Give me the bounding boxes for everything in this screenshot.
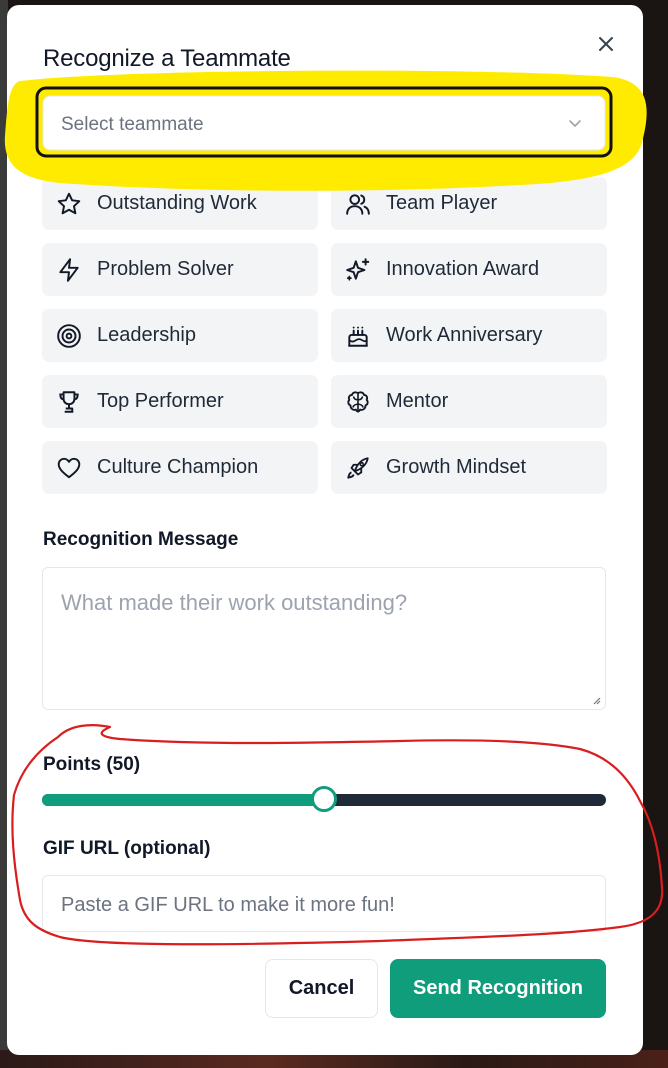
sparkles-icon <box>344 256 372 284</box>
badge-option[interactable]: Innovation Award <box>331 243 607 296</box>
badge-option[interactable]: Outstanding Work <box>42 177 318 230</box>
badge-label: Outstanding Work <box>97 192 257 214</box>
badge-option[interactable]: Team Player <box>331 177 607 230</box>
gif-url-placeholder: Paste a GIF URL to make it more fun! <box>61 894 395 916</box>
teammate-select-placeholder-visible: Select teammate <box>61 114 204 135</box>
message-label: Recognition Message <box>43 529 239 550</box>
badge-label: Culture Champion <box>97 456 259 478</box>
trophy-icon <box>55 388 83 416</box>
message-textarea[interactable]: What made their work outstanding? <box>42 567 606 710</box>
badge-option[interactable]: Work Anniversary <box>331 309 607 362</box>
badge-label: Mentor <box>386 390 449 412</box>
badge-option[interactable]: Culture Champion <box>42 441 318 494</box>
badge-option[interactable]: Problem Solver <box>42 243 318 296</box>
cake-icon <box>344 322 372 350</box>
slider-thumb[interactable] <box>311 786 337 812</box>
badge-label: Team Player <box>386 192 498 214</box>
badge-label: Innovation Award <box>386 258 540 280</box>
modal-title: Recognize a Teammate <box>43 45 291 72</box>
gif-url-input[interactable]: Paste a GIF URL to make it more fun! <box>42 875 606 932</box>
rocket-icon <box>344 454 372 482</box>
zap-icon <box>55 256 83 284</box>
star-icon <box>55 190 83 218</box>
badge-grid: Outstanding Work Team Player Problem Sol… <box>42 177 607 494</box>
badge-option[interactable]: Mentor <box>331 375 607 428</box>
brain-icon <box>344 388 372 416</box>
badge-option[interactable]: Top Performer <box>42 375 318 428</box>
cancel-button[interactable]: Cancel <box>265 959 378 1018</box>
send-recognition-button[interactable]: Send Recognition <box>390 959 606 1018</box>
slider-fill <box>42 794 324 806</box>
gif-label: GIF URL (optional) <box>43 838 211 859</box>
close-icon <box>599 37 613 51</box>
badge-label: Growth Mindset <box>386 456 527 478</box>
users-icon <box>344 190 372 218</box>
heart-icon <box>55 454 83 482</box>
points-slider[interactable] <box>42 786 606 812</box>
chevron-down-icon <box>569 120 581 127</box>
badge-label: Top Performer <box>97 390 224 412</box>
target-icon <box>55 322 83 350</box>
badge-label: Work Anniversary <box>386 324 543 346</box>
close-button[interactable] <box>593 31 619 57</box>
resize-grip-icon[interactable] <box>591 695 601 705</box>
badge-option[interactable]: Growth Mindset <box>331 441 607 494</box>
points-label: Points (50) <box>43 754 141 775</box>
message-placeholder: What made their work outstanding? <box>61 590 408 615</box>
badge-label: Leadership <box>97 324 196 346</box>
badge-option[interactable]: Leadership <box>42 309 318 362</box>
recognition-modal: Recognize a Teammate Select teammate Out… <box>7 5 643 1055</box>
badge-label: Problem Solver <box>97 258 234 280</box>
